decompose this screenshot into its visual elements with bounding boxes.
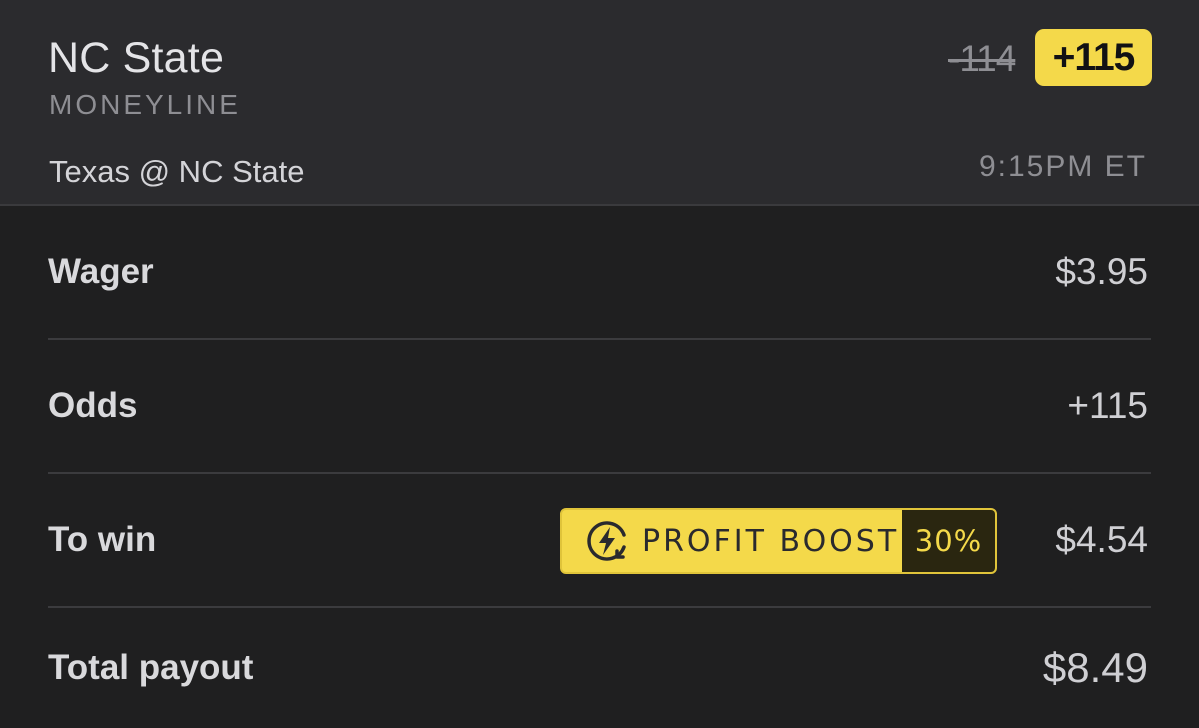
wager-row: Wager $3.95 (48, 206, 1151, 340)
wager-value: $3.95 (1055, 251, 1148, 292)
total-payout-value: $8.49 (1042, 644, 1148, 691)
matchup: Texas @ NC State (49, 154, 305, 189)
bet-header: NC State MONEYLINE Texas @ NC State 9:15… (0, 0, 1199, 206)
game-time: 9:15PM ET (978, 150, 1147, 183)
total-payout-row: Total payout $8.49 (48, 608, 1151, 728)
profit-boost-percent: 30% (902, 510, 995, 572)
to-win-value: $4.54 (1055, 519, 1148, 560)
wager-label: Wager (48, 252, 154, 291)
total-payout-label: Total payout (48, 648, 254, 687)
market-type: MONEYLINE (49, 89, 241, 120)
boosted-odds-badge: +115 (1035, 29, 1152, 86)
profit-boost-badge: PROFIT BOOST 30% (560, 508, 997, 574)
lightning-boost-icon (580, 513, 636, 569)
odds-value: +115 (1067, 385, 1148, 426)
to-win-label: To win (48, 520, 157, 559)
to-win-row: To win PROFIT BOOST 30% $4.54 (48, 474, 1151, 608)
profit-boost-label: PROFIT BOOST (642, 523, 900, 559)
original-odds: -114 (948, 38, 1016, 79)
selection-name: NC State (48, 34, 225, 82)
odds-label: Odds (48, 386, 138, 425)
odds-row: Odds +115 (48, 340, 1151, 474)
